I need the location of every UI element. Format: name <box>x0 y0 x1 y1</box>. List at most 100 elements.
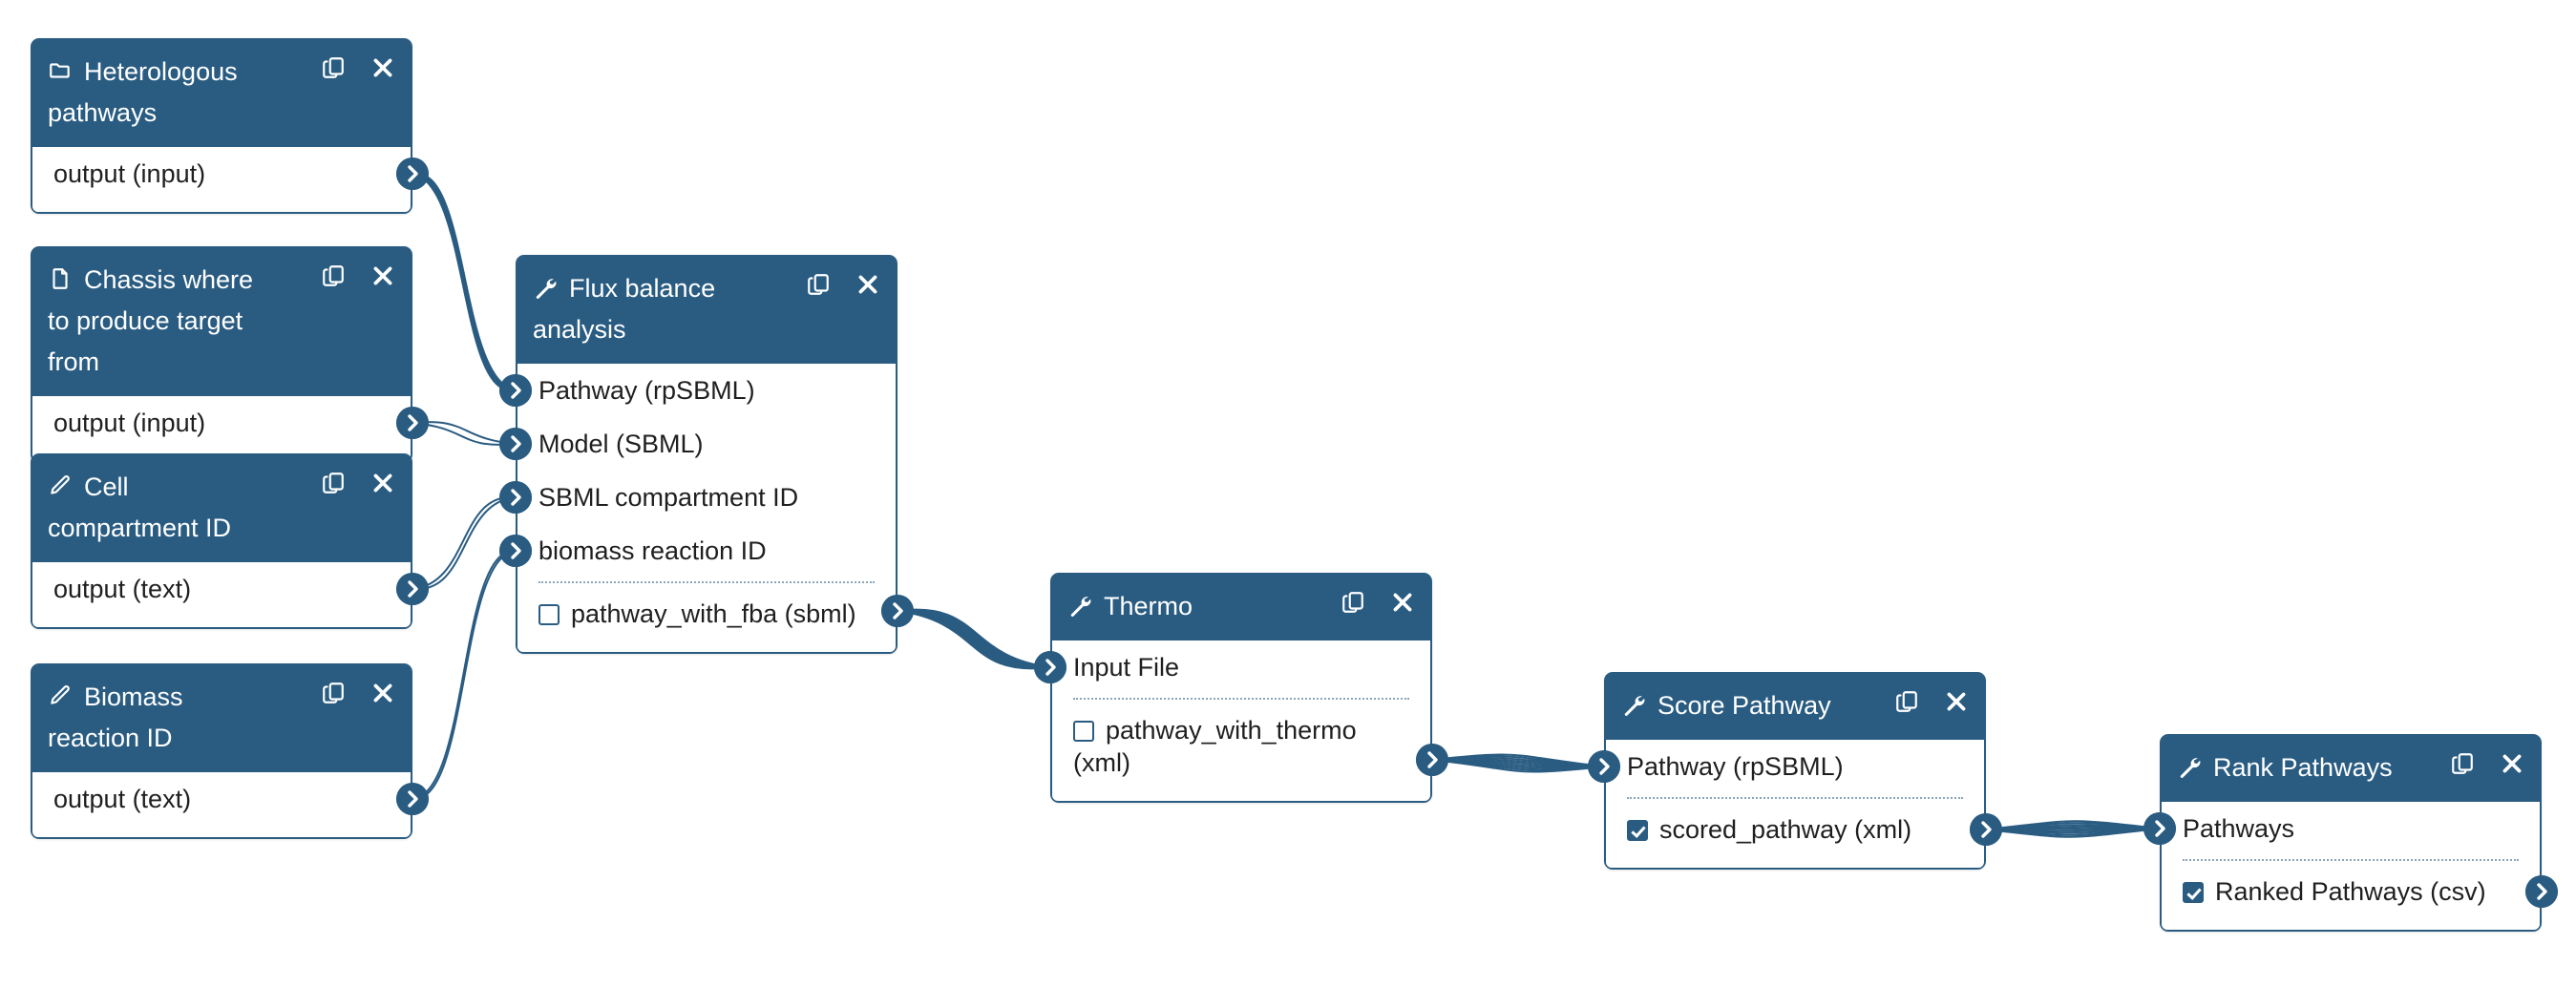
close-icon[interactable] <box>1390 590 1415 615</box>
node-header-actions <box>2450 751 2524 776</box>
port-row[interactable]: pathway_with_fba (sbml) <box>517 587 914 640</box>
connection-edge <box>1985 822 2161 830</box>
connection-edge <box>897 610 1051 670</box>
close-icon[interactable] <box>2500 751 2524 776</box>
connection-edge <box>1431 758 1605 767</box>
copy-icon[interactable] <box>2450 751 2475 776</box>
copy-icon[interactable] <box>806 272 831 297</box>
node-header-actions <box>1894 689 1969 714</box>
port-label: SBML compartment ID <box>538 483 799 512</box>
port-label: Model (SBML) <box>538 430 704 458</box>
connection-edge <box>412 173 517 392</box>
input-port[interactable] <box>2143 812 2176 845</box>
close-icon[interactable] <box>370 55 395 80</box>
port-row[interactable]: Pathway (rpSBML) <box>499 364 896 417</box>
close-icon[interactable] <box>855 272 880 297</box>
copy-icon[interactable] <box>321 471 346 495</box>
copy-icon[interactable] <box>1341 590 1365 615</box>
copy-icon[interactable] <box>321 681 346 705</box>
node-header[interactable]: Rank Pathways <box>2162 736 2540 802</box>
node-title-label: Rank Pathways <box>2213 753 2393 782</box>
port-row[interactable]: Pathways <box>2143 802 2540 855</box>
copy-icon[interactable] <box>321 263 346 288</box>
node-cell-compartment-id[interactable]: Cell compartment ID output (text) <box>31 453 429 629</box>
connection-edge <box>1985 828 2161 838</box>
connection-edge <box>897 608 1051 668</box>
input-port[interactable] <box>499 481 532 514</box>
connection-edge <box>897 610 1051 669</box>
input-port[interactable] <box>499 428 532 460</box>
output-port[interactable] <box>396 783 429 815</box>
port-label: Pathway (rpSBML) <box>1627 752 1844 781</box>
output-port[interactable] <box>881 595 914 627</box>
output-port[interactable] <box>396 407 429 439</box>
node-header[interactable]: Score Pathway <box>1606 674 1984 740</box>
node-score-pathway[interactable]: Score Pathway Pathway (rpSBML) scored_pa… <box>1588 672 2002 870</box>
node-heterologous-pathways[interactable]: Heterologous pathways output (input) <box>31 38 429 214</box>
file-icon <box>48 266 73 291</box>
workflow-canvas[interactable]: Heterologous pathways output (input) Cha… <box>0 0 2576 1008</box>
node-header[interactable]: Heterologous pathways <box>32 40 411 147</box>
node-header[interactable]: Thermo <box>1052 575 1430 640</box>
port-row[interactable]: SBML compartment ID <box>499 471 896 524</box>
node-body: output (text) <box>32 772 429 837</box>
output-checkbox[interactable] <box>1627 820 1648 841</box>
close-icon[interactable] <box>1944 689 1969 714</box>
node-thermo[interactable]: Thermo Input File pathway_with_thermo (x… <box>1034 573 1448 803</box>
port-row[interactable]: scored_pathway (xml) <box>1606 803 2002 856</box>
input-port[interactable] <box>1588 750 1620 783</box>
input-port[interactable] <box>499 535 532 567</box>
connection-edge <box>1431 757 1605 767</box>
output-port[interactable] <box>1416 744 1448 776</box>
node-rank-pathways[interactable]: Rank Pathways Pathways Ranked Pathways (… <box>2143 734 2558 932</box>
port-row[interactable]: output (text) <box>32 772 429 826</box>
output-port[interactable] <box>2525 875 2558 908</box>
connection-edge <box>1985 826 2161 830</box>
node-body: Pathways Ranked Pathways (csv) <box>2143 802 2558 930</box>
node-header[interactable]: Biomass reaction ID <box>32 665 411 772</box>
node-body: output (text) <box>32 562 429 627</box>
copy-icon[interactable] <box>321 55 346 80</box>
port-row[interactable]: Input File <box>1034 640 1430 694</box>
output-checkbox[interactable] <box>538 604 560 625</box>
node-header[interactable]: Flux balance analysis <box>517 257 896 364</box>
output-port[interactable] <box>396 573 429 605</box>
port-row[interactable]: output (text) <box>32 562 429 616</box>
close-icon[interactable] <box>370 263 395 288</box>
section-divider <box>538 581 875 583</box>
connection-edge <box>897 610 1051 669</box>
copy-icon[interactable] <box>1894 689 1919 714</box>
node-biomass-reaction-id[interactable]: Biomass reaction ID output (text) <box>31 663 429 839</box>
node-header[interactable]: Cell compartment ID <box>32 455 411 562</box>
input-port[interactable] <box>1034 651 1066 683</box>
connection-edge <box>412 172 517 391</box>
port-row[interactable]: Ranked Pathways (csv) <box>2162 865 2558 918</box>
input-port[interactable] <box>499 374 532 407</box>
port-row[interactable]: biomass reaction ID <box>499 524 896 578</box>
output-checkbox[interactable] <box>1073 721 1094 742</box>
port-row[interactable]: Pathway (rpSBML) <box>1588 740 1984 793</box>
output-port[interactable] <box>1970 813 2002 846</box>
output-port[interactable] <box>396 158 429 190</box>
node-flux-balance-analysis[interactable]: Flux balance analysis Pathway (rpSBML) M… <box>499 255 914 654</box>
connection-edge <box>412 172 517 391</box>
port-row[interactable]: pathway_with_thermo (xml) <box>1052 704 1448 789</box>
node-title-label: Thermo <box>1104 592 1193 620</box>
port-label: scored_pathway (xml) <box>1659 815 1912 844</box>
connection-edge <box>412 173 517 392</box>
close-icon[interactable] <box>370 681 395 705</box>
port-row[interactable]: output (input) <box>32 147 429 200</box>
output-checkbox[interactable] <box>2183 882 2204 903</box>
node-header-actions <box>321 55 395 80</box>
close-icon[interactable] <box>370 471 395 495</box>
node-body: output (input) <box>32 147 429 212</box>
connection-edge <box>897 610 1051 668</box>
node-title-label: Heterologous pathways <box>48 57 238 127</box>
node-chassis-where-to-produce-target-from[interactable]: Chassis where to produce target from out… <box>31 246 429 463</box>
port-row[interactable]: Model (SBML) <box>499 417 896 471</box>
connection-edge <box>1431 755 1605 767</box>
node-header[interactable]: Chassis where to produce target from <box>32 248 411 396</box>
node-header-actions <box>321 263 395 288</box>
port-row[interactable]: output (input) <box>32 396 429 450</box>
port-label: Input File <box>1073 653 1180 682</box>
